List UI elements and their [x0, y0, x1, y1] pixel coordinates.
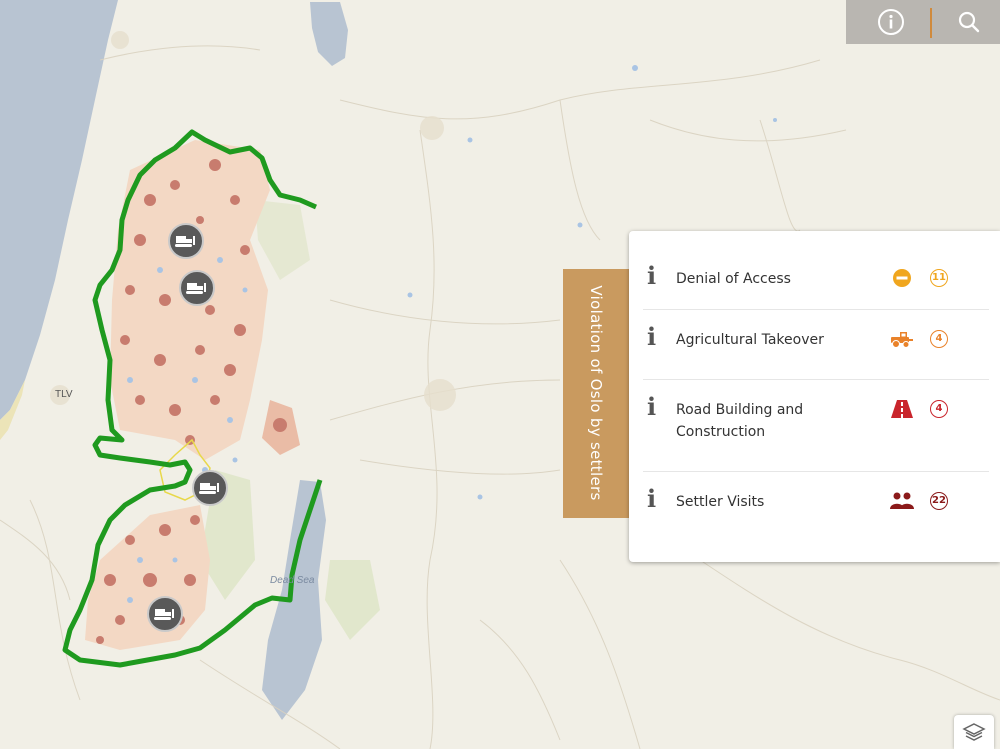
- layers-button[interactable]: [954, 715, 994, 749]
- layers-icon: [962, 723, 986, 741]
- mediterranean-sea: [0, 0, 118, 420]
- sea-of-galilee: [310, 2, 348, 66]
- tractor-icon: [891, 332, 913, 348]
- bulldozer-marker[interactable]: [168, 223, 204, 259]
- search-button[interactable]: [934, 0, 1000, 44]
- bulldozer-marker[interactable]: [192, 470, 228, 506]
- dead-sea-label: Dead Sea: [270, 575, 315, 586]
- legend-item-count: 4: [930, 400, 948, 418]
- no-entry-icon: [893, 269, 911, 287]
- legend-item-label: Settler Visits: [676, 494, 765, 510]
- info-icon[interactable]: i: [647, 325, 656, 349]
- people-icon: [890, 492, 914, 509]
- violations-panel-tab[interactable]: Violation of Oslo by settlers: [563, 269, 629, 518]
- legend-item-count: 22: [930, 492, 948, 510]
- bulldozer-marker[interactable]: [147, 596, 183, 632]
- info-button[interactable]: [856, 0, 926, 44]
- park-area: [325, 560, 380, 640]
- legend-divider: [643, 309, 989, 310]
- toolbar-divider: [930, 8, 932, 38]
- legend-item-count: 4: [930, 330, 948, 348]
- bulldozer-marker[interactable]: [179, 270, 215, 306]
- violations-panel-tab-label: Violation of Oslo by settlers: [587, 285, 605, 501]
- legend-item-label: Road Building and Construction: [676, 402, 804, 440]
- legend-item-label: Denial of Access: [676, 271, 791, 287]
- search-icon: [958, 11, 980, 33]
- legend-item-count: 11: [930, 269, 948, 287]
- legend-divider: [643, 471, 989, 472]
- info-icon[interactable]: i: [647, 487, 656, 511]
- legend-divider: [643, 379, 989, 380]
- violations-legend-panel: i Denial of Access 11 i Agricultural Tak…: [629, 231, 1000, 562]
- tlv-label: TLV: [55, 389, 73, 400]
- top-toolbar: [846, 0, 1000, 44]
- road-icon: [891, 400, 913, 418]
- info-icon[interactable]: i: [647, 264, 656, 288]
- park-area: [255, 200, 310, 280]
- info-icon[interactable]: i: [647, 395, 656, 419]
- legend-item-label: Agricultural Takeover: [676, 332, 824, 348]
- info-circle-icon: [878, 9, 904, 35]
